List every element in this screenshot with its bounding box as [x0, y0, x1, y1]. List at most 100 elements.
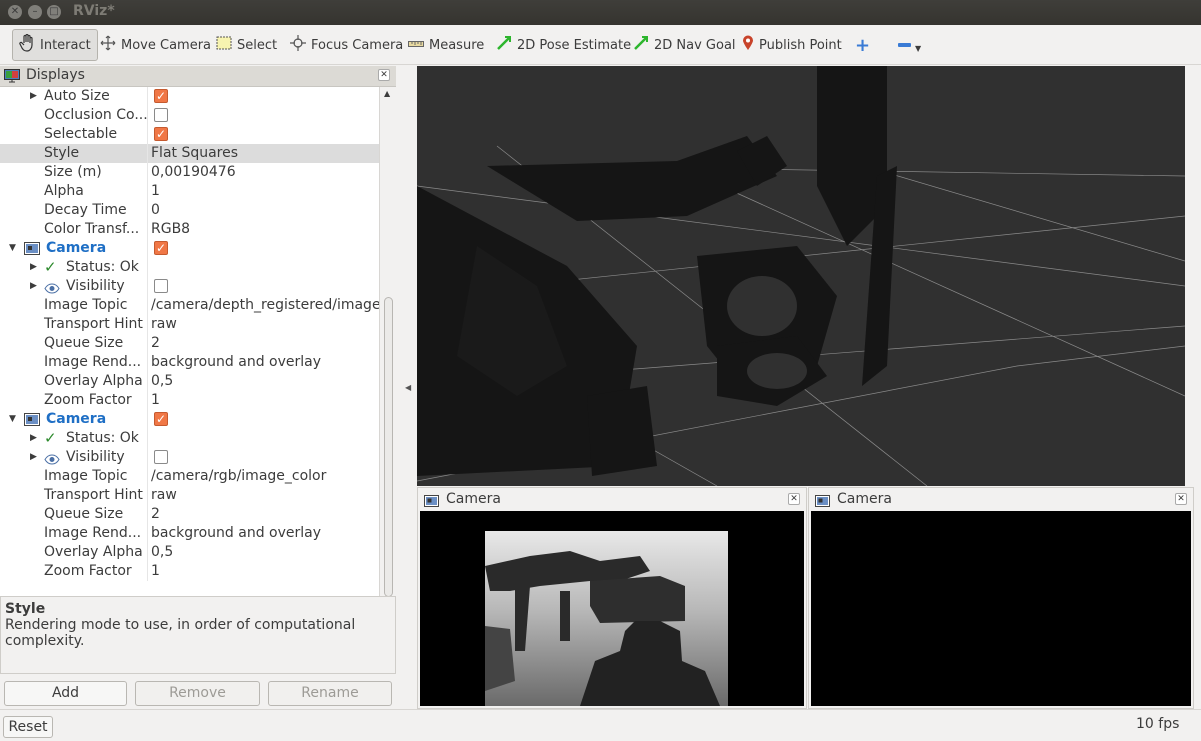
tree-row[interactable]: ▶ Auto Size — [0, 87, 379, 106]
tree-row-camera[interactable]: ▼ Camera — [0, 239, 379, 258]
maximize-window-button[interactable]: □ — [47, 5, 61, 19]
interact-tool[interactable]: Interact — [12, 29, 98, 61]
2d-pose-estimate-label: 2D Pose Estimate — [517, 37, 632, 53]
tree-row[interactable]: Decay Time 0 — [0, 201, 379, 220]
tree-row[interactable]: Occlusion Co... — [0, 106, 379, 125]
tree-row[interactable]: Zoom Factor 1 — [0, 391, 379, 410]
tree-row[interactable]: Image Topic /camera/rgb/image_color — [0, 467, 379, 486]
expand-arrow-icon[interactable]: ▶ — [30, 258, 37, 277]
expand-arrow-icon[interactable]: ▶ — [30, 429, 37, 448]
tree-row[interactable]: Color Transf... RGB8 — [0, 220, 379, 239]
window-title: RViz* — [73, 3, 115, 19]
tree-row[interactable]: Selectable — [0, 125, 379, 144]
tree-row[interactable]: Overlay Alpha 0,5 — [0, 372, 379, 391]
visibility-checkbox[interactable] — [154, 450, 168, 464]
add-tool-button[interactable]: + — [855, 29, 870, 61]
select-icon — [216, 36, 232, 54]
tree-row[interactable]: Image Rend... background and overlay — [0, 524, 379, 543]
tree-scrollbar[interactable]: ▲ ▼ — [381, 87, 396, 656]
rename-button[interactable]: Rename — [268, 681, 392, 706]
tree-row[interactable]: Image Rend... background and overlay — [0, 353, 379, 372]
tree-row[interactable]: ▶ Visibility — [0, 277, 379, 296]
publish-point-tool[interactable]: Publish Point — [742, 29, 842, 61]
remove-button[interactable]: Remove — [135, 681, 260, 706]
close-icon[interactable]: ✕ — [378, 69, 390, 81]
tree-row[interactable]: Zoom Factor 1 — [0, 562, 379, 581]
2d-nav-goal-label: 2D Nav Goal — [654, 37, 736, 53]
tree-row[interactable]: Queue Size 2 — [0, 334, 379, 353]
check-icon: ✓ — [44, 429, 57, 447]
expand-arrow-icon[interactable]: ▶ — [30, 448, 37, 467]
camera-panel-title: Camera — [837, 491, 892, 507]
camera-panel-header: Camera ✕ — [809, 488, 1193, 510]
green-arrow-icon — [633, 35, 649, 55]
select-tool[interactable]: Select — [216, 29, 277, 61]
tool-toolbar: Interact Move Camera Select Focus Camera… — [0, 25, 1201, 65]
collapse-arrow-icon[interactable]: ▼ — [9, 239, 16, 258]
tree-row[interactable]: ▶ Visibility — [0, 448, 379, 467]
tree-row[interactable]: Image Topic /camera/depth_registered/ima… — [0, 296, 379, 315]
ruler-icon — [408, 38, 424, 53]
dropdown-arrow-icon: ▼ — [915, 43, 922, 53]
focus-camera-label: Focus Camera — [311, 37, 404, 53]
minimize-window-button[interactable]: – — [28, 5, 42, 19]
measure-tool[interactable]: Measure — [408, 29, 484, 61]
remove-tool-button[interactable]: ▼ — [898, 29, 921, 61]
close-icon[interactable]: ✕ — [1175, 493, 1187, 505]
check-icon: ✓ — [44, 258, 57, 276]
auto-size-checkbox[interactable] — [154, 87, 168, 106]
reset-button[interactable]: Reset — [3, 716, 53, 738]
tree-row[interactable]: Overlay Alpha 0,5 — [0, 543, 379, 562]
camera-panel-title: Camera — [446, 491, 501, 507]
publish-point-label: Publish Point — [759, 37, 842, 53]
displays-panel: Displays ✕ ▶ Auto Size Occlusion Co... S… — [0, 66, 396, 709]
expand-arrow-icon[interactable]: ▶ — [30, 277, 37, 296]
camera-panel-header: Camera ✕ — [418, 488, 806, 510]
tree-row[interactable]: Alpha 1 — [0, 182, 379, 201]
camera-enable-checkbox[interactable] — [154, 239, 168, 258]
tree-row[interactable]: ▶ ✓ Status: Ok — [0, 429, 379, 448]
close-window-button[interactable]: ✕ — [8, 5, 22, 19]
map-pin-icon — [742, 35, 754, 55]
focus-camera-tool[interactable]: Focus Camera — [290, 29, 403, 61]
interact-label: Interact — [40, 37, 91, 53]
3d-viewport[interactable] — [417, 66, 1185, 486]
depth-image-view — [420, 511, 804, 706]
2d-pose-estimate-tool[interactable]: 2D Pose Estimate — [496, 29, 631, 61]
add-button[interactable]: Add — [4, 681, 127, 706]
scrollbar-thumb[interactable] — [384, 297, 393, 597]
rgb-image-view — [811, 511, 1191, 706]
focus-camera-icon — [290, 35, 306, 55]
tree-row[interactable]: Size (m) 0,00190476 — [0, 163, 379, 182]
status-bar: Reset 10 fps — [0, 709, 1201, 741]
visibility-checkbox[interactable] — [154, 279, 168, 293]
tree-row[interactable]: Transport Hint raw — [0, 315, 379, 334]
move-camera-tool[interactable]: Move Camera — [100, 29, 211, 61]
monitor-icon — [4, 69, 20, 87]
viewport-side-scrollbar — [1186, 66, 1201, 486]
scroll-up-arrow-icon[interactable]: ▲ — [384, 89, 390, 98]
description-title: Style — [5, 601, 46, 617]
close-icon[interactable]: ✕ — [788, 493, 800, 505]
measure-label: Measure — [429, 37, 485, 53]
tree-row-camera[interactable]: ▼ Camera — [0, 410, 379, 429]
description-text: Rendering mode to use, in order of compu… — [5, 617, 356, 649]
camera-enable-checkbox[interactable] — [154, 410, 168, 429]
collapse-left-arrow-icon[interactable]: ◀ — [405, 383, 411, 392]
2d-nav-goal-tool[interactable]: 2D Nav Goal — [633, 29, 736, 61]
move-camera-label: Move Camera — [121, 37, 212, 53]
tree-row[interactable]: ▶ ✓ Status: Ok — [0, 258, 379, 277]
selectable-checkbox[interactable] — [154, 125, 168, 144]
tree-row[interactable]: Queue Size 2 — [0, 505, 379, 524]
tree-row-selected[interactable]: Style Flat Squares — [0, 144, 379, 163]
displays-title: Displays — [26, 67, 85, 83]
camera-panel-depth: Camera ✕ — [417, 487, 807, 709]
tree-row[interactable]: Transport Hint raw — [0, 486, 379, 505]
expand-arrow-icon[interactable]: ▶ — [30, 87, 37, 106]
collapse-arrow-icon[interactable]: ▼ — [9, 410, 16, 429]
select-label: Select — [237, 37, 278, 53]
camera-panel-rgb: Camera ✕ — [808, 487, 1194, 709]
displays-header: Displays ✕ — [0, 66, 396, 87]
minus-icon — [898, 43, 911, 47]
occlusion-checkbox[interactable] — [154, 108, 168, 122]
